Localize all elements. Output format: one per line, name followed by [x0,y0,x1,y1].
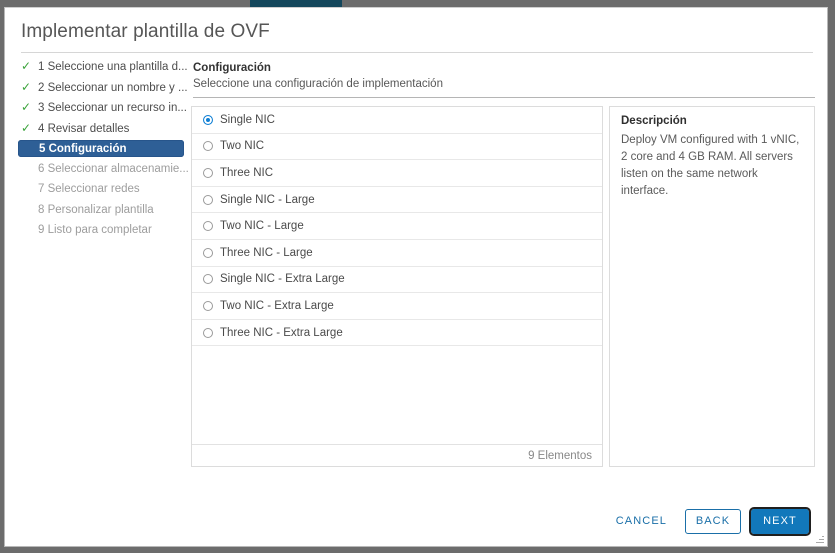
configuration-option-label: Single NIC - Extra Large [220,273,345,286]
check-icon: ✓ [21,100,32,114]
wizard-step-label: 6 Seleccionar almacenamie... [38,162,188,175]
wizard-step-navigator: ✓ 1 Seleccione una plantilla d... ✓ 2 Selec… [18,58,188,242]
configuration-option-label: Two NIC - Extra Large [220,299,334,312]
active-tab-indicator[interactable] [250,0,342,7]
radio-button-icon[interactable] [203,114,213,125]
configuration-option-label: Two NIC [220,140,265,153]
wizard-step-label: 5 Configuración [39,142,127,155]
wizard-step-6[interactable]: 6 Seleccionar almacenamie... [18,160,188,178]
check-icon: ✓ [21,79,32,94]
configuration-option-label: Three NIC - Extra Large [220,326,343,339]
configuration-option-row[interactable]: Two NIC - Extra Large [192,293,602,320]
radio-button-icon[interactable] [203,221,213,232]
wizard-step-3[interactable]: ✓ 3 Seleccionar un recurso in... [18,99,188,117]
wizard-step-1[interactable]: ✓ 1 Seleccione una plantilla d... [18,58,188,76]
wizard-step-label: 2 Seleccionar un nombre y ... [38,81,188,94]
wizard-step-label: 9 Listo para completar [38,224,152,236]
configuration-options-rows: Single NIC Two NIC Three NIC Single NIC - L… [192,107,602,347]
wizard-footer: CANCEL BACK NEXT [5,506,827,536]
configuration-option-row[interactable]: Two NIC - Large [192,213,602,240]
radio-button-icon[interactable] [203,167,213,178]
description-body: Deploy VM configured with 1 vNIC, 2 core… [621,134,800,197]
pane-divider [193,97,815,98]
wizard-step-2[interactable]: ✓ 2 Seleccionar un nombre y ... [18,79,188,97]
wizard-step-4[interactable]: ✓ 4 Revisar detalles [18,120,188,138]
wizard-step-label: 8 Personalizar plantilla [38,203,154,216]
radio-button-icon[interactable] [203,327,213,338]
configuration-option-label: Single NIC [220,113,275,126]
radio-button-icon[interactable] [203,141,213,152]
wizard-step-label: 1 Seleccione una plantilla d... [38,61,188,73]
ovf-deploy-wizard-window: Implementar plantilla de OVF ✓ 1 Seleccio… [4,7,828,547]
check-icon: ✓ [21,59,32,73]
pane-subtitle: Seleccione una configuración de implemen… [193,78,443,90]
configuration-option-row[interactable]: Three NIC - Extra Large [192,320,602,347]
desktop-background: Implementar plantilla de OVF ✓ 1 Seleccio… [0,0,835,553]
radio-button-icon[interactable] [203,274,213,285]
configuration-option-row[interactable]: Three NIC - Large [192,240,602,267]
configuration-option-label: Three NIC [220,166,274,179]
check-icon: ✓ [21,120,32,135]
wizard-step-8[interactable]: 8 Personalizar plantilla [18,201,188,219]
title-divider [21,52,813,53]
resize-grip-icon[interactable] [815,535,824,544]
description-title: Descripción [621,115,687,127]
configuration-option-label: Single NIC - Large [220,193,315,206]
configuration-option-label: Three NIC - Large [220,246,313,259]
options-footer: 9 Elementos [192,444,602,466]
configuration-option-row[interactable]: Three NIC [192,160,602,187]
next-button[interactable]: NEXT [749,506,811,536]
configuration-option-row[interactable]: Two NIC [192,134,602,161]
page-title: Implementar plantilla de OVF [21,21,270,42]
options-empty-space [192,346,602,444]
wizard-step-7[interactable]: 7 Seleccionar redes [18,180,188,198]
wizard-step-label: 3 Seleccionar un recurso in... [38,102,187,114]
wizard-step-label: 7 Seleccionar redes [38,183,140,195]
configuration-options-list: Single NIC Two NIC Three NIC Single NIC - L… [191,106,603,467]
back-button[interactable]: BACK [685,508,741,534]
browser-tab-strip [0,0,835,7]
radio-button-icon[interactable] [203,300,213,311]
radio-button-icon[interactable] [203,247,213,258]
cancel-button[interactable]: CANCEL [602,509,681,534]
wizard-step-9[interactable]: 9 Listo para completar [18,221,188,239]
configuration-option-row[interactable]: Single NIC [192,107,602,134]
pane-title: Configuración [193,62,271,74]
item-count-label: 9 Elementos [528,449,592,462]
wizard-step-5[interactable]: 5 Configuración [18,140,184,157]
radio-button-icon[interactable] [203,194,213,205]
configuration-option-label: Two NIC - Large [220,220,304,233]
description-panel: Descripción Deploy VM configured with 1 … [609,106,815,467]
configuration-option-row[interactable]: Single NIC - Extra Large [192,267,602,294]
configuration-option-row[interactable]: Single NIC - Large [192,187,602,214]
wizard-step-label: 4 Revisar detalles [38,122,130,135]
